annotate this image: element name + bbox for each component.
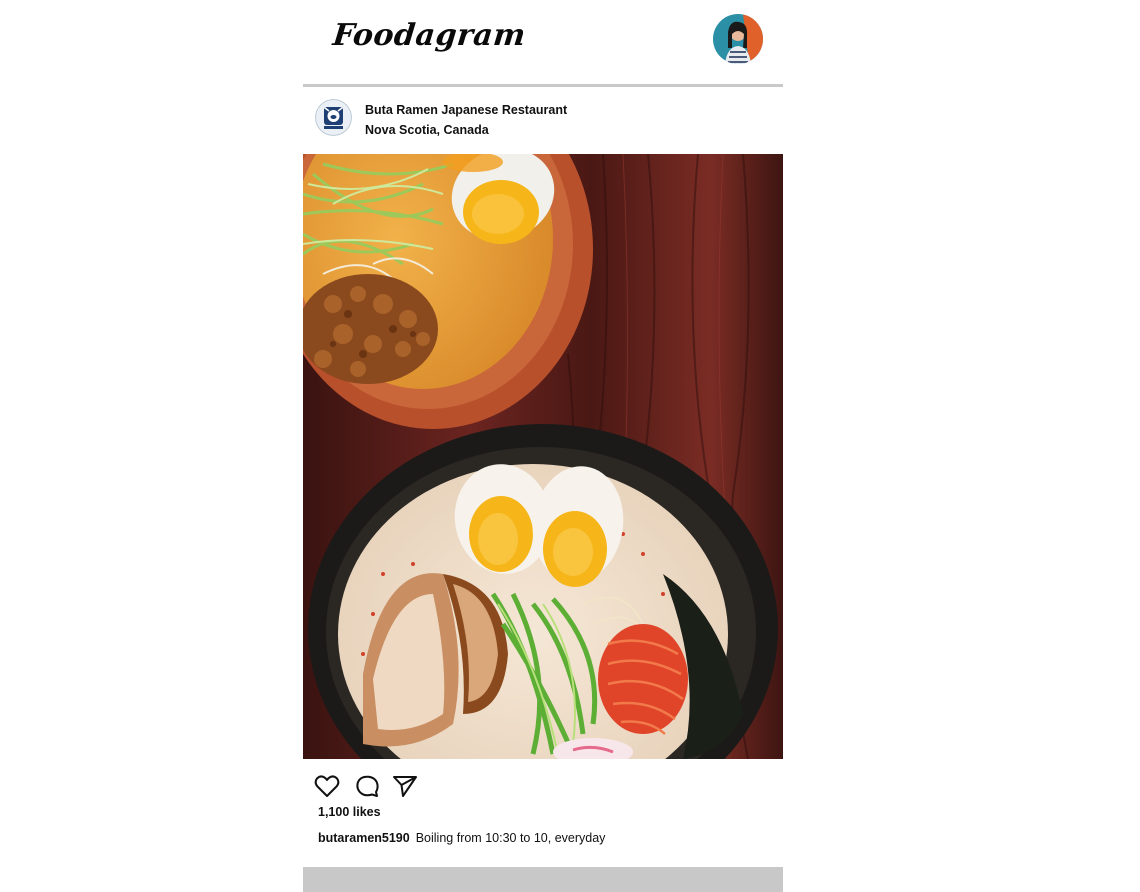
- post-account-name[interactable]: Buta Ramen Japanese Restaurant: [365, 103, 567, 117]
- heart-icon[interactable]: [313, 772, 341, 800]
- profile-avatar[interactable]: [713, 14, 763, 64]
- restaurant-avatar[interactable]: [315, 99, 352, 136]
- post-actions: [311, 772, 511, 800]
- caption-text: Boiling from 10:30 to 10, everyday: [415, 831, 606, 845]
- app-header: Foodagram: [303, 0, 783, 84]
- likes-count[interactable]: 1,100 likes: [318, 805, 381, 819]
- next-post-placeholder: [303, 867, 783, 892]
- comment-icon[interactable]: [353, 772, 381, 800]
- post-photo[interactable]: [303, 154, 783, 759]
- header-divider: [303, 84, 783, 87]
- app-logo[interactable]: Foodagram: [331, 18, 527, 53]
- feed: Foodagram Buta Ramen Japanese Restaurant…: [303, 0, 783, 892]
- post-location[interactable]: Nova Scotia, Canada: [365, 123, 489, 137]
- send-icon[interactable]: [391, 772, 419, 800]
- post-caption: butaramen5190 Boiling from 10:30 to 10, e…: [318, 831, 605, 845]
- caption-username[interactable]: butaramen5190: [318, 831, 410, 845]
- post-header: Buta Ramen Japanese Restaurant Nova Scot…: [303, 96, 783, 144]
